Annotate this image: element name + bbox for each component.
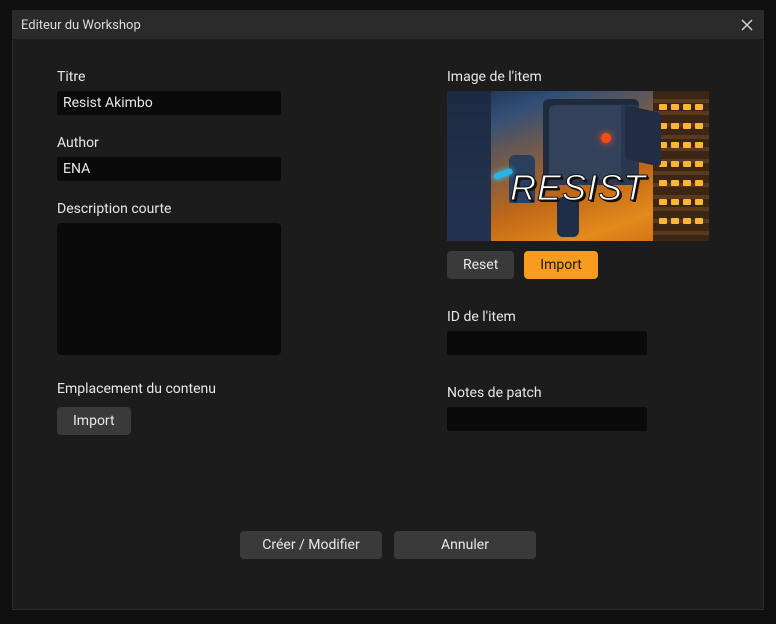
patch-notes-label: Notes de patch <box>447 385 719 401</box>
patch-notes-input[interactable] <box>447 407 647 431</box>
author-label: Author <box>57 135 337 151</box>
workshop-editor-window: Editeur du Workshop Titre Author Descrip… <box>12 10 764 610</box>
title-input[interactable] <box>57 91 281 115</box>
item-id-input[interactable] <box>447 331 647 355</box>
title-label: Titre <box>57 69 337 85</box>
titlebar: Editeur du Workshop <box>13 11 763 39</box>
close-icon[interactable] <box>739 17 755 33</box>
item-id-label: ID de l'item <box>447 309 719 325</box>
create-modify-button[interactable]: Créer / Modifier <box>240 531 382 559</box>
window-title: Editeur du Workshop <box>21 18 141 33</box>
cancel-button[interactable]: Annuler <box>394 531 536 559</box>
short-description-input[interactable] <box>57 223 281 355</box>
image-reset-button[interactable]: Reset <box>447 251 514 279</box>
content-location-label: Emplacement du contenu <box>57 381 337 397</box>
short-description-label: Description courte <box>57 201 337 217</box>
author-input[interactable] <box>57 157 281 181</box>
item-image-label: Image de l'item <box>447 69 719 85</box>
left-column: Titre Author Description courte Emplacem… <box>57 69 337 435</box>
footer-buttons: Créer / Modifier Annuler <box>13 531 763 559</box>
content-import-button[interactable]: Import <box>57 407 131 435</box>
image-import-button[interactable]: Import <box>524 251 598 279</box>
preview-logo-text: RESIST <box>510 167 646 209</box>
item-image-preview: RESIST <box>447 91 709 241</box>
right-column: Image de l'item RESIST <box>447 69 719 435</box>
